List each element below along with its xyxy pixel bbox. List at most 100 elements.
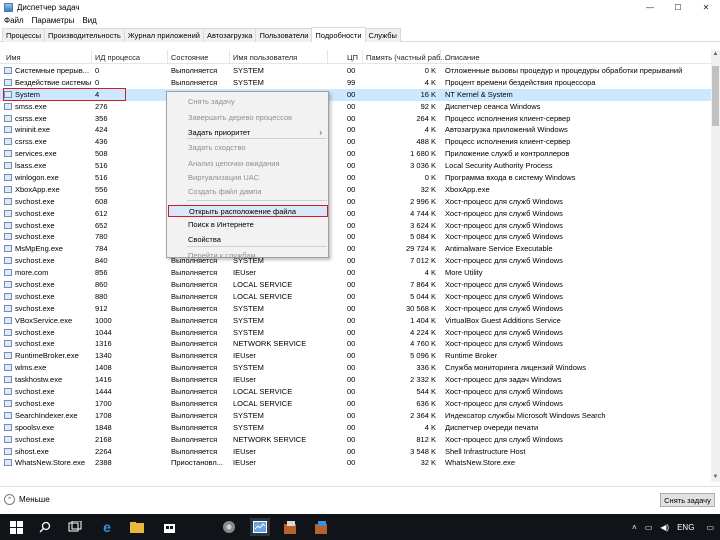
minimize-button[interactable]: — <box>636 0 664 14</box>
process-description: Хост-процесс для служб Windows <box>445 398 563 408</box>
column-divider[interactable] <box>362 50 363 64</box>
tab-processes[interactable]: Процессы <box>2 28 46 42</box>
language-indicator[interactable]: ENG <box>677 523 694 532</box>
table-row[interactable]: wlms.exe 1408 Выполняется SYSTEM 00 336 K Служ… <box>0 362 720 374</box>
table-row[interactable]: svchost.exe 608 00 2 996 K Хост-процесс для … <box>0 196 720 208</box>
table-row[interactable]: Системные прерыв... 0 Выполняется SYSTEM 00 0… <box>0 65 720 77</box>
table-row[interactable]: sihost.exe 2264 Выполняется IEUser 00 3 548 K… <box>0 446 720 458</box>
table-row[interactable]: SearchIndexer.exe 1708 Выполняется SYSTEM 00… <box>0 410 720 422</box>
scroll-down-icon[interactable]: ▼ <box>711 473 720 482</box>
tab-services[interactable]: Службы <box>364 28 401 42</box>
column-description[interactable]: Описание <box>445 53 480 62</box>
table-row[interactable]: winlogon.exe 516 00 0 K Программа входа в си… <box>0 172 720 184</box>
process-cpu: 00 <box>347 244 356 254</box>
column-divider[interactable] <box>327 50 328 64</box>
column-memory[interactable]: Память (частный раб... <box>366 53 447 62</box>
go-to-services-item[interactable]: Перейти к службам <box>168 250 328 262</box>
process-name: svchost.exe <box>15 196 55 206</box>
set-priority-item[interactable]: Задать приоритет › <box>168 127 328 139</box>
process-icon <box>4 340 12 348</box>
process-name: svchost.exe <box>15 291 55 301</box>
search-online-item[interactable]: Поиск в Интернете <box>168 219 328 231</box>
chevron-up-icon[interactable]: ˄ <box>632 523 637 532</box>
tab-performance[interactable]: Производительность <box>44 28 125 42</box>
properties-item[interactable]: Свойства <box>168 234 328 246</box>
table-row[interactable]: RuntimeBroker.exe 1340 Выполняется IEUser 00… <box>0 350 720 362</box>
table-row[interactable]: svchost.exe 2168 Выполняется NETWORK SERVIC… <box>0 434 720 446</box>
table-row[interactable]: svchost.exe 860 Выполняется LOCAL SERVICE 00… <box>0 279 720 291</box>
table-row[interactable]: taskhostw.exe 1416 Выполняется IEUser 00 2 33… <box>0 374 720 386</box>
column-divider[interactable] <box>440 50 441 64</box>
store-icon[interactable] <box>160 518 178 536</box>
package-icon[interactable] <box>281 518 299 536</box>
app-icon[interactable] <box>220 518 238 536</box>
notifications-icon[interactable]: ▭ <box>706 523 714 532</box>
process-memory: 3 624 K <box>410 220 436 230</box>
column-cpu[interactable]: ЦП <box>347 53 358 62</box>
column-divider[interactable] <box>229 50 230 64</box>
set-affinity-item[interactable]: Задать сходство <box>168 142 328 154</box>
column-divider[interactable] <box>167 50 168 64</box>
table-row[interactable]: svchost.exe 880 Выполняется LOCAL SERVICE 00… <box>0 291 720 303</box>
fewer-details-button[interactable]: ⌃ Меньше <box>4 494 50 505</box>
task-manager-taskbar-icon[interactable] <box>250 518 270 536</box>
open-file-location-item[interactable]: Открыть расположение файла <box>168 205 328 217</box>
menu-view[interactable]: Вид <box>78 16 100 25</box>
table-row[interactable]: wininit.exe 424 00 4 K Автозагрузка приложен… <box>0 124 720 136</box>
table-row[interactable]: svchost.exe 780 00 5 084 K Хост-процесс для … <box>0 231 720 243</box>
scroll-thumb[interactable] <box>712 66 719 126</box>
process-name: wininit.exe <box>15 125 51 135</box>
table-row[interactable]: more.com 856 Выполняется IEUser 00 4 K More Ut… <box>0 267 720 279</box>
tab-app-history[interactable]: Журнал приложений <box>123 28 204 42</box>
table-row[interactable]: svchost.exe 652 00 3 624 K Хост-процесс для … <box>0 220 720 232</box>
package-icon[interactable] <box>312 518 330 536</box>
end-task-button[interactable]: Снять задачу <box>660 493 715 507</box>
table-row[interactable]: csrss.exe 436 00 488 K Процесс исполнения кл… <box>0 136 720 148</box>
table-row[interactable]: svchost.exe 612 00 4 744 K Хост-процесс для … <box>0 208 720 220</box>
table-row[interactable]: lsass.exe 516 00 3 036 K Local Security Auth… <box>0 160 720 172</box>
uac-virtualization-item[interactable]: Виртуализация UAC <box>168 172 328 184</box>
close-button[interactable]: ✕ <box>692 0 720 14</box>
table-row[interactable]: XboxApp.exe 556 00 32 K XboxApp.exe <box>0 184 720 196</box>
create-dump-file-item[interactable]: Создать файл дампа <box>168 186 328 198</box>
windows-start-icon[interactable] <box>7 518 25 536</box>
tab-users[interactable]: Пользователи <box>255 28 313 42</box>
end-task-item[interactable]: Снять задачу <box>168 96 328 108</box>
column-pid[interactable]: ИД процесса <box>95 53 140 62</box>
tab-details[interactable]: Подробности <box>311 27 366 42</box>
edge-browser-icon[interactable]: e <box>98 518 116 536</box>
volume-icon[interactable]: ◀) <box>660 523 669 532</box>
process-memory: 3 548 K <box>410 446 436 456</box>
column-username[interactable]: Имя пользователя <box>233 53 297 62</box>
analyze-wait-chain-item[interactable]: Анализ цепочки ожидания <box>168 158 328 170</box>
table-row[interactable]: svchost.exe 1316 Выполняется NETWORK SERVIC… <box>0 338 720 350</box>
table-row[interactable]: smss.exe 276 00 92 K Диспетчер сеанса Window… <box>0 101 720 113</box>
tab-startup[interactable]: Автозагрузка <box>202 28 257 42</box>
process-status: Выполняется <box>171 268 218 278</box>
column-name[interactable]: Имя <box>6 53 21 62</box>
table-row[interactable]: spoolsv.exe 1848 Выполняется SYSTEM 00 4 K Дис… <box>0 422 720 434</box>
maximize-button[interactable]: ☐ <box>664 0 692 14</box>
menu-options[interactable]: Параметры <box>28 16 79 25</box>
table-row[interactable]: svchost.exe 1444 Выполняется LOCAL SERVICE 0… <box>0 386 720 398</box>
menu-file[interactable]: Файл <box>0 16 28 25</box>
table-row[interactable]: Бездействие системы 0 Выполняется SYSTEM 99 4… <box>0 77 720 89</box>
end-process-tree-item[interactable]: Завершить дерево процессов <box>168 112 328 124</box>
table-row[interactable]: services.exe 508 00 1 680 K Приложение служб… <box>0 148 720 160</box>
vertical-scrollbar[interactable]: ▲ ▼ <box>711 50 720 482</box>
table-row[interactable]: MsMpEng.exe 784 00 29 724 K Antimalware Serv… <box>0 243 720 255</box>
table-row[interactable]: VBoxService.exe 1000 Выполняется SYSTEM 00 1 … <box>0 315 720 327</box>
column-divider[interactable] <box>91 50 92 64</box>
table-row[interactable]: svchost.exe 1044 Выполняется SYSTEM 00 4 224 … <box>0 327 720 339</box>
table-row[interactable]: WhatsNew.Store.exe 2388 Приостановл... IEUs… <box>0 457 720 469</box>
scroll-up-icon[interactable]: ▲ <box>711 50 720 59</box>
task-view-icon[interactable] <box>66 518 84 536</box>
table-row[interactable]: csrss.exe 356 00 264 K Процесс исполнения кл… <box>0 113 720 125</box>
column-status[interactable]: Состояние <box>171 53 208 62</box>
table-row[interactable]: svchost.exe 840 Выполняется SYSTEM 00 7 012 K… <box>0 255 720 267</box>
network-icon[interactable]: ▭ <box>645 523 653 532</box>
table-row[interactable]: svchost.exe 912 Выполняется SYSTEM 00 30 568 … <box>0 303 720 315</box>
file-explorer-icon[interactable] <box>128 518 146 536</box>
table-row[interactable]: svchost.exe 1700 Выполняется LOCAL SERVICE 0… <box>0 398 720 410</box>
search-icon[interactable] <box>36 518 54 536</box>
